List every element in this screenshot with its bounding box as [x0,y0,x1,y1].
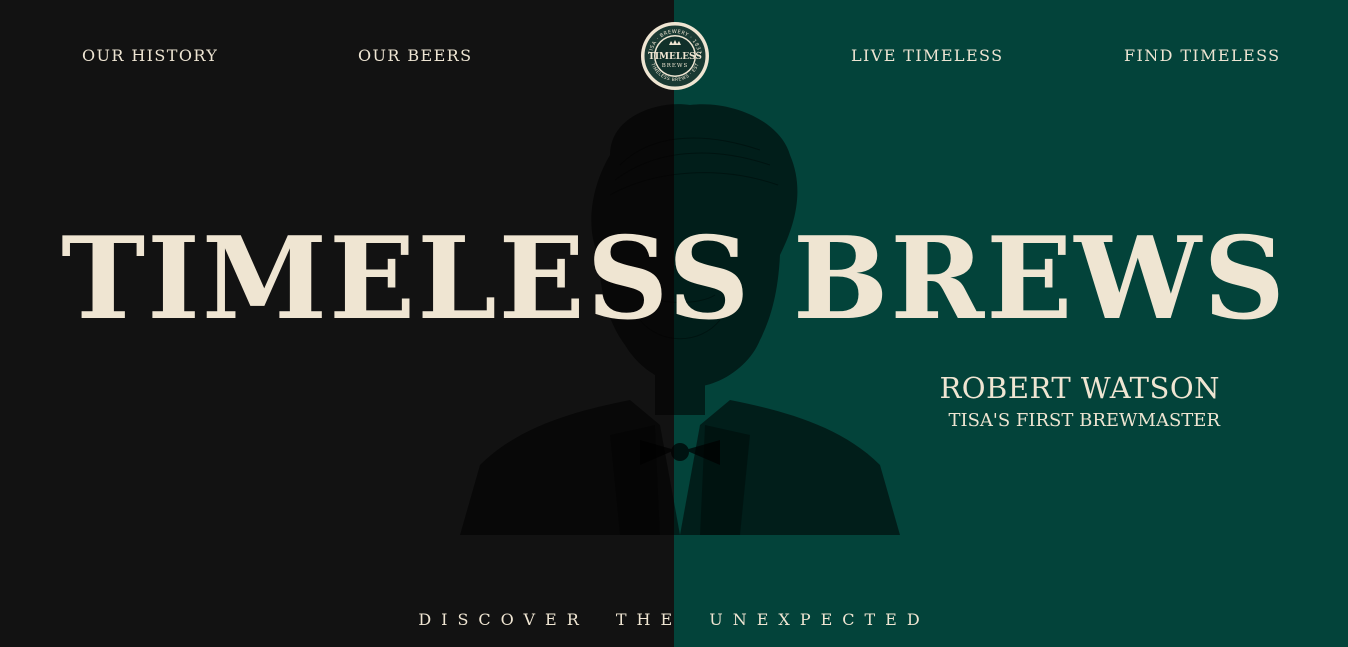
portrait-caption-role: TISA'S FIRST BREWMASTER [948,410,1220,431]
nav-live-timeless[interactable]: LIVE TIMELESS [851,46,1003,65]
nav-our-beers[interactable]: OUR BEERS [358,46,472,65]
logo-sub-text: BREWS [662,63,689,69]
nav-find-timeless[interactable]: FIND TIMELESS [1124,46,1281,65]
logo-main-text: TIMELESS [648,52,702,62]
nav-our-history[interactable]: OUR HISTORY [82,46,218,65]
tagline: DISCOVER THE UNEXPECTED [418,610,930,629]
hero-title: TIMELESS BREWS [61,212,1287,345]
portrait-caption-name: ROBERT WATSON [939,371,1220,405]
brand-logo[interactable]: TISA · BREWERY · 1837 TIMELESS BREWS · E… [640,21,710,91]
